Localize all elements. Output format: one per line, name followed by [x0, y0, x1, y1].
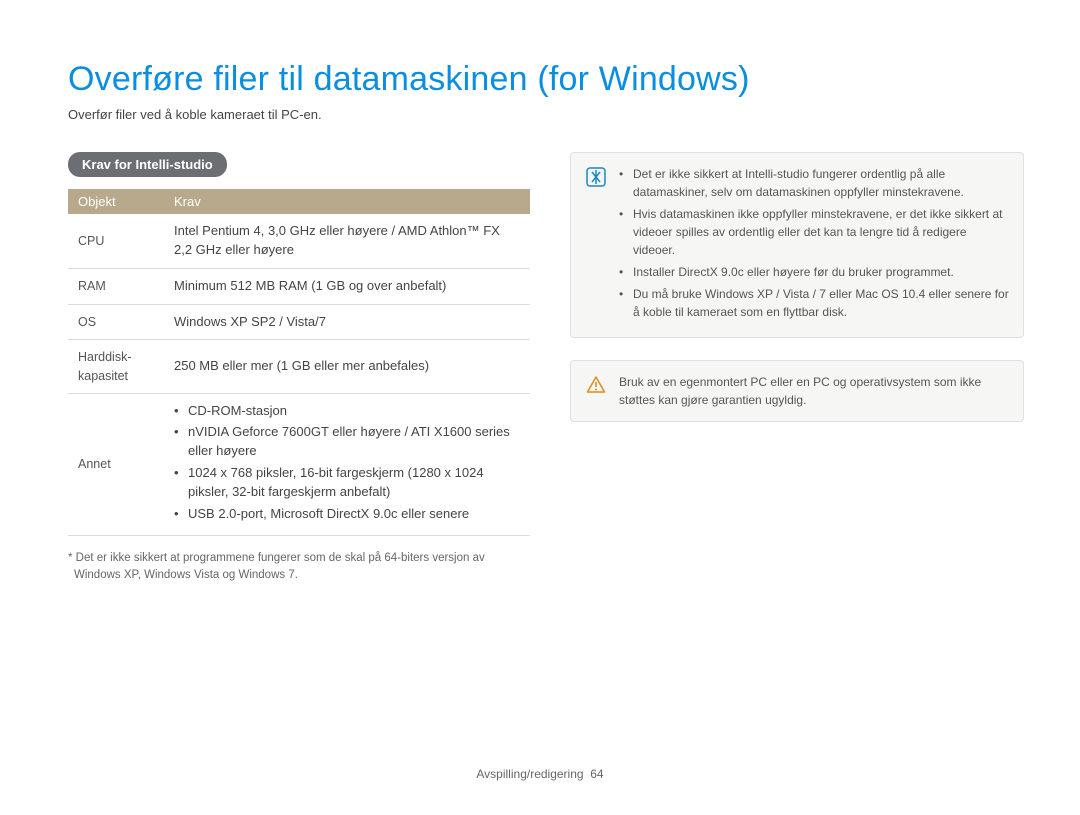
row-value-os: Windows XP SP2 / Vista/7: [164, 304, 530, 340]
other-item: CD-ROM-stasjon: [174, 402, 520, 421]
row-label-other: Annet: [68, 393, 164, 535]
warning-box: Bruk av en egenmontert PC eller en PC og…: [570, 360, 1024, 422]
footer-page-number: 64: [590, 767, 603, 781]
row-label-hdd: Harddisk-kapasitet: [68, 340, 164, 393]
row-label-os: OS: [68, 304, 164, 340]
content-columns: Krav for Intelli-studio Objekt Krav CPU …: [68, 152, 1024, 584]
table-row: RAM Minimum 512 MB RAM (1 GB og over anb…: [68, 268, 530, 304]
page-footer: Avspilling/redigering 64: [0, 767, 1080, 781]
table-row: Annet CD-ROM-stasjon nVIDIA Geforce 7600…: [68, 393, 530, 535]
page-subtitle: Overfør filer ved å koble kameraet til P…: [68, 107, 1024, 122]
left-column: Krav for Intelli-studio Objekt Krav CPU …: [68, 152, 530, 584]
table-row: OS Windows XP SP2 / Vista/7: [68, 304, 530, 340]
table-header-objekt: Objekt: [68, 189, 164, 214]
footer-section: Avspilling/redigering: [476, 767, 583, 781]
info-box: Det er ikke sikkert at Intelli-studio fu…: [570, 152, 1024, 338]
info-item: Hvis datamaskinen ikke oppfyller minstek…: [619, 205, 1009, 259]
info-item: Installer DirectX 9.0c eller høyere før …: [619, 263, 1009, 281]
row-label-ram: RAM: [68, 268, 164, 304]
table-header-krav: Krav: [164, 189, 530, 214]
table-row: Harddisk-kapasitet 250 MB eller mer (1 G…: [68, 340, 530, 393]
right-column: Det er ikke sikkert at Intelli-studio fu…: [570, 152, 1024, 444]
info-item: Du må bruke Windows XP / Vista / 7 eller…: [619, 285, 1009, 321]
other-item: 1024 x 768 piksler, 16-bit fargeskjerm (…: [174, 464, 520, 502]
section-heading: Krav for Intelli-studio: [68, 152, 227, 177]
warning-icon: [585, 373, 607, 409]
row-label-cpu: CPU: [68, 214, 164, 268]
page-title: Overføre filer til datamaskinen (for Win…: [68, 60, 1024, 99]
warning-text: Bruk av en egenmontert PC eller en PC og…: [619, 373, 1009, 409]
other-item: nVIDIA Geforce 7600GT eller høyere / ATI…: [174, 423, 520, 461]
other-item: USB 2.0-port, Microsoft DirectX 9.0c ell…: [174, 505, 520, 524]
row-value-hdd: 250 MB eller mer (1 GB eller mer anbefal…: [164, 340, 530, 393]
row-value-other: CD-ROM-stasjon nVIDIA Geforce 7600GT ell…: [164, 393, 530, 535]
row-value-cpu: Intel Pentium 4, 3,0 GHz eller høyere / …: [164, 214, 530, 268]
row-value-ram: Minimum 512 MB RAM (1 GB og over anbefal…: [164, 268, 530, 304]
info-list: Det er ikke sikkert at Intelli-studio fu…: [619, 165, 1009, 325]
info-icon: [585, 165, 607, 325]
page: Overføre filer til datamaskinen (for Win…: [0, 0, 1080, 815]
requirements-table: Objekt Krav CPU Intel Pentium 4, 3,0 GHz…: [68, 189, 530, 536]
info-item: Det er ikke sikkert at Intelli-studio fu…: [619, 165, 1009, 201]
table-row: CPU Intel Pentium 4, 3,0 GHz eller høyer…: [68, 214, 530, 268]
footnote: * Det er ikke sikkert at programmene fun…: [68, 550, 530, 585]
